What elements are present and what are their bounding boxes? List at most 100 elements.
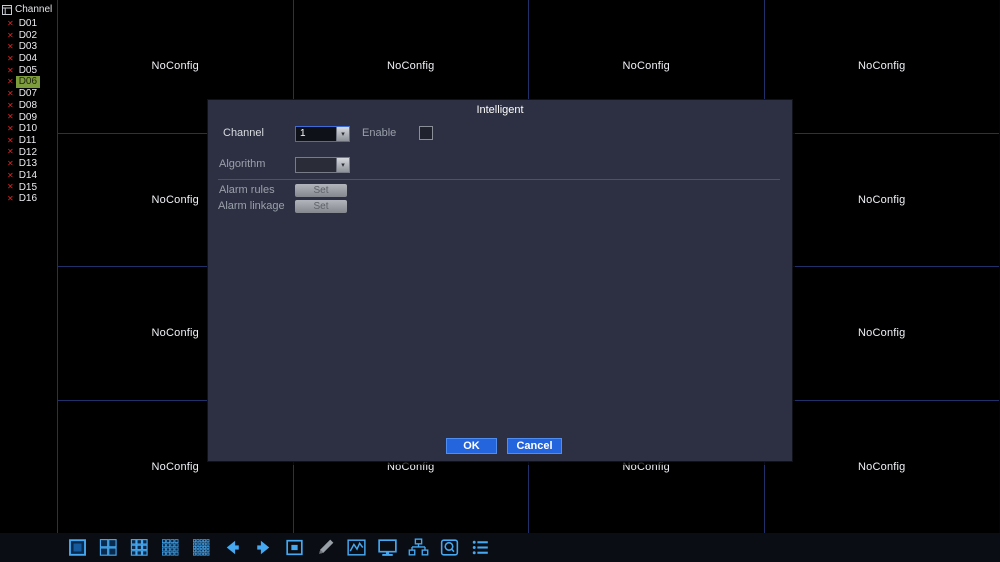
channel-item[interactable]: ✕ D07 [0, 88, 57, 100]
channel-offline-icon: ✕ [7, 135, 14, 145]
cell-status: NoConfig [858, 460, 906, 473]
channel-item[interactable]: ✕ D14 [0, 170, 57, 182]
cell-status: NoConfig [858, 60, 906, 73]
alarm-rules-label: Alarm rules [219, 184, 275, 196]
algorithm-select-value [296, 158, 336, 172]
channel-sidebar: Channel ✕ D01 ✕ D02 ✕ D03 ✕ D04 ✕ D05 ✕ … [0, 0, 57, 533]
cell-status: NoConfig [151, 60, 199, 73]
channel-item[interactable]: ✕ D10 [0, 123, 57, 135]
channel-label: D14 [18, 169, 38, 181]
channel-item[interactable]: ✕ D08 [0, 100, 57, 112]
channel-item[interactable]: ✕ D16 [0, 193, 57, 205]
channel-tree-icon [2, 4, 12, 15]
network-icon[interactable] [407, 536, 430, 559]
algorithm-select-arrow-icon: ▾ [336, 158, 349, 172]
record-icon[interactable] [438, 536, 461, 559]
cell-status: NoConfig [858, 327, 906, 340]
channel-label: D07 [18, 88, 38, 100]
channel-item[interactable]: ✕ D13 [0, 158, 57, 170]
enable-label: Enable [362, 127, 397, 139]
single-view-icon[interactable] [66, 536, 89, 559]
cell-status: NoConfig [151, 460, 199, 473]
twentyfive-view-icon[interactable] [190, 536, 213, 559]
cancel-button[interactable]: Cancel [507, 438, 562, 454]
channel-select[interactable]: 1 ▾ [295, 126, 350, 142]
algorithm-select[interactable]: ▾ [295, 157, 350, 173]
algorithm-field-label: Algorithm [219, 158, 266, 170]
channel-item[interactable]: ✕ D15 [0, 182, 57, 194]
video-cell[interactable]: NoConfig [764, 133, 999, 266]
channel-label: D05 [18, 64, 38, 76]
color-brush-icon[interactable] [314, 536, 337, 559]
channel-offline-icon: ✕ [7, 88, 14, 98]
channel-select-value: 1 [300, 128, 306, 139]
wave-chart-icon[interactable] [345, 536, 368, 559]
intelligent-dialog: Intelligent Channel 1 ▾ Enable Algorithm… [207, 99, 793, 462]
channel-label: D12 [18, 146, 38, 158]
cell-status: NoConfig [622, 60, 670, 73]
cell-status: NoConfig [858, 193, 906, 206]
channel-item[interactable]: ✕ D06 [0, 76, 57, 89]
dvr-screen: Channel ✕ D01 ✕ D02 ✕ D03 ✕ D04 ✕ D05 ✕ … [0, 0, 1000, 562]
cell-status: NoConfig [151, 193, 199, 206]
channel-offline-icon: ✕ [7, 65, 14, 75]
channel-label: D06 [15, 76, 41, 89]
channel-offline-icon: ✕ [7, 182, 14, 192]
channel-offline-icon: ✕ [7, 18, 14, 28]
channel-label: D08 [18, 99, 38, 111]
video-cell[interactable]: NoConfig [764, 400, 999, 533]
bottom-toolbar [0, 533, 1000, 562]
channel-offline-icon: ✕ [7, 170, 14, 180]
cell-status: NoConfig [387, 60, 435, 73]
video-cell[interactable]: NoConfig [764, 267, 999, 400]
channel-item[interactable]: ✕ D04 [0, 53, 57, 65]
channel-label: D15 [18, 181, 38, 193]
sixteen-view-icon[interactable] [159, 536, 182, 559]
channel-item[interactable]: ✕ D09 [0, 112, 57, 124]
channel-item[interactable]: ✕ D02 [0, 30, 57, 42]
channel-item[interactable]: ✕ D05 [0, 65, 57, 77]
channel-item[interactable]: ✕ D03 [0, 41, 57, 53]
channel-label: D01 [18, 18, 38, 29]
cell-status: NoConfig [151, 327, 199, 340]
toolbar-icons [0, 536, 492, 559]
quad-view-icon[interactable] [97, 536, 120, 559]
alarm-rules-set-button[interactable]: Set [295, 184, 347, 197]
nine-view-icon[interactable] [128, 536, 151, 559]
channel-offline-icon: ✕ [7, 147, 14, 157]
dialog-separator [218, 179, 780, 180]
monitor-icon[interactable] [376, 536, 399, 559]
channel-label: D10 [18, 123, 38, 135]
dialog-title: Intelligent [476, 104, 524, 116]
alarm-linkage-set-button[interactable]: Set [295, 200, 347, 213]
channel-tree-header[interactable]: Channel [0, 0, 57, 18]
enable-checkbox[interactable] [419, 126, 433, 140]
channel-offline-icon: ✕ [7, 124, 14, 134]
channel-offline-icon: ✕ [7, 53, 14, 63]
channel-offline-icon: ✕ [7, 30, 14, 40]
channel-offline-icon: ✕ [7, 159, 14, 169]
next-page-icon[interactable] [252, 536, 275, 559]
channel-label: D09 [18, 111, 38, 123]
channel-offline-icon: ✕ [7, 112, 14, 122]
alarm-linkage-label: Alarm linkage [218, 200, 285, 212]
channel-tree-label: Channel [15, 4, 53, 15]
channel-item[interactable]: ✕ D12 [0, 147, 57, 159]
channel-item[interactable]: ✕ D11 [0, 135, 57, 147]
channel-offline-icon: ✕ [7, 77, 14, 87]
channel-list: ✕ D01 ✕ D02 ✕ D03 ✕ D04 ✕ D05 ✕ D06 ✕ D0… [0, 18, 57, 205]
channel-offline-icon: ✕ [7, 100, 14, 110]
ok-button[interactable]: OK [446, 438, 497, 454]
channel-item[interactable]: ✕ D01 [0, 18, 57, 30]
channel-label: D13 [18, 158, 38, 170]
channel-label: D02 [18, 29, 38, 41]
cell-status: NoConfig [622, 460, 670, 473]
channel-field-label: Channel [223, 127, 264, 139]
fullscreen-icon[interactable] [283, 536, 306, 559]
channel-select-arrow-icon[interactable]: ▾ [336, 127, 349, 141]
channel-list-icon[interactable] [469, 536, 492, 559]
video-cell[interactable]: NoConfig [764, 0, 999, 133]
channel-offline-icon: ✕ [7, 42, 14, 52]
previous-page-icon[interactable] [221, 536, 244, 559]
channel-label: D11 [18, 134, 37, 146]
